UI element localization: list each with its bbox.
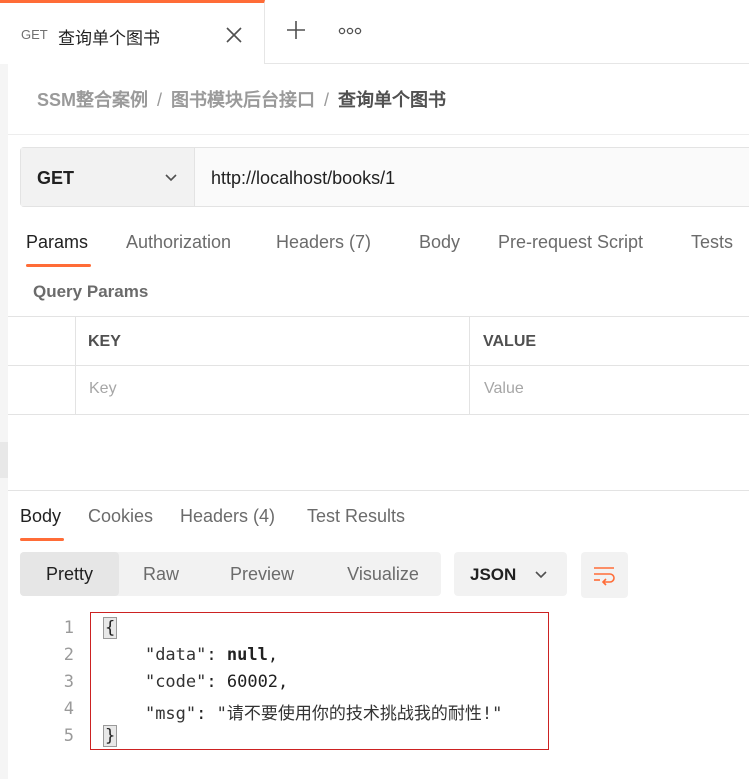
response-tab-test-results[interactable]: Test Results <box>307 506 405 527</box>
query-params-title: Query Params <box>33 282 149 301</box>
wrap-lines-button[interactable] <box>581 552 628 598</box>
view-raw-button[interactable]: Raw <box>128 552 194 596</box>
code-line: 4 "msg": "请不要使用你的技术挑战我的耐性!" <box>0 699 749 726</box>
tab-title: 查询单个图书 <box>58 29 160 48</box>
json-key: "code" <box>144 672 207 692</box>
url-input[interactable]: http://localhost/books/1 <box>211 168 395 189</box>
view-pretty-button[interactable]: Pretty <box>20 552 119 596</box>
tab-tests[interactable]: Tests <box>691 232 733 253</box>
response-tab-body[interactable]: Body <box>20 506 61 527</box>
wrap-lines-icon <box>594 567 615 586</box>
tab-headers[interactable]: Headers (7) <box>276 232 371 253</box>
code-line: 5 } <box>0 725 749 753</box>
line-number: 1 <box>63 618 74 638</box>
gutter-marker <box>0 442 8 478</box>
key-input[interactable]: Key <box>89 380 117 398</box>
method-select[interactable]: GET <box>21 148 195 206</box>
active-tab-indicator <box>20 538 64 541</box>
json-value: 60002 <box>226 672 279 692</box>
chevron-down-icon <box>164 170 178 184</box>
line-number: 3 <box>63 672 74 692</box>
more-icon[interactable] <box>337 24 363 38</box>
tab-params[interactable]: Params <box>26 232 88 253</box>
format-label: JSON <box>470 565 517 584</box>
tab-method-label: GET <box>21 27 48 42</box>
breadcrumb-item-collection[interactable]: SSM整合案例 <box>37 90 148 110</box>
json-key: "msg" <box>144 704 197 724</box>
view-mode-group: Pretty Raw Preview Visualize <box>20 552 441 596</box>
json-value: null <box>226 645 268 665</box>
request-tab[interactable]: GET 查询单个图书 <box>0 0 265 64</box>
tab-bar: GET 查询单个图书 <box>0 0 749 64</box>
close-icon[interactable] <box>222 23 246 47</box>
json-key: "data" <box>144 645 207 665</box>
format-select[interactable]: JSON <box>454 552 567 596</box>
tab-pre-request-script[interactable]: Pre-request Script <box>498 232 643 253</box>
response-divider[interactable] <box>8 490 749 491</box>
table-col-divider <box>75 317 76 415</box>
line-number: 2 <box>63 645 74 665</box>
divider <box>8 134 749 135</box>
method-label: GET <box>37 168 75 188</box>
column-header-key: KEY <box>88 333 121 350</box>
code-line: 3 "code": 60002, <box>0 672 749 699</box>
code-line: 1 { <box>0 617 749 645</box>
table-col-divider <box>469 317 470 415</box>
plus-icon[interactable] <box>284 18 308 42</box>
url-bar: GET http://localhost/books/1 <box>20 147 749 207</box>
response-code-viewer[interactable]: 1 { 2 "data": null, 3 "code": 60002, 4 "… <box>0 614 749 754</box>
active-tab-indicator <box>26 264 91 267</box>
breadcrumb-item-folder[interactable]: 图书模块后台接口 <box>171 90 315 110</box>
code-brace-open: { <box>102 617 118 639</box>
json-value: "请不要使用你的技术挑战我的耐性!" <box>216 704 503 724</box>
chevron-down-icon <box>534 567 548 581</box>
line-number: 4 <box>63 699 74 719</box>
response-tab-headers[interactable]: Headers (4) <box>180 506 275 527</box>
breadcrumb-separator: / <box>324 90 330 110</box>
code-brace-close: } <box>102 725 118 747</box>
line-number: 5 <box>63 726 74 746</box>
table-row-divider <box>8 365 749 366</box>
response-tab-cookies[interactable]: Cookies <box>88 506 153 527</box>
tab-authorization[interactable]: Authorization <box>126 232 231 253</box>
column-header-value: VALUE <box>483 333 537 350</box>
breadcrumb-separator: / <box>157 90 163 110</box>
view-preview-button[interactable]: Preview <box>218 552 306 596</box>
value-input[interactable]: Value <box>484 380 524 398</box>
view-visualize-button[interactable]: Visualize <box>335 552 431 596</box>
code-line: 2 "data": null, <box>0 645 749 672</box>
tab-body[interactable]: Body <box>419 232 460 253</box>
breadcrumb-current[interactable]: 查询单个图书 <box>338 90 446 110</box>
query-params-table: KEY VALUE Key Value <box>8 316 749 415</box>
breadcrumb: SSM整合案例 / 图书模块后台接口 / 查询单个图书 <box>37 86 446 112</box>
